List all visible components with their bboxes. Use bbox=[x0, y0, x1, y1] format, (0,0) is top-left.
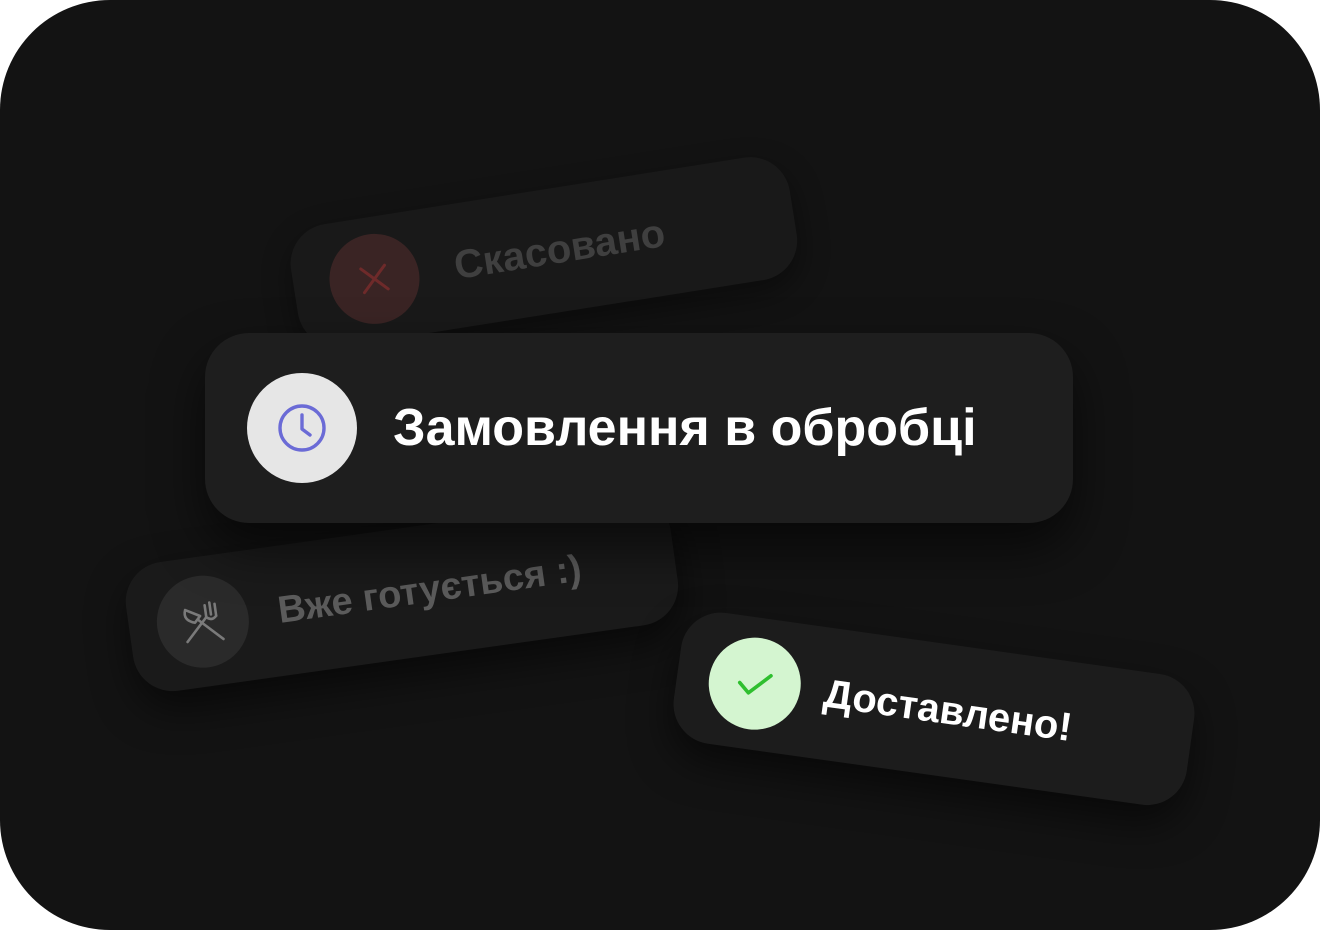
clock-icon bbox=[278, 404, 326, 452]
processing-badge bbox=[247, 373, 357, 483]
status-delivered: Доставлено! bbox=[668, 607, 1200, 811]
fork-knife-icon bbox=[183, 601, 225, 644]
status-cancelled: Скасовано bbox=[284, 151, 803, 353]
cancelled-badge bbox=[323, 227, 426, 331]
status-card: Скасовано Вже готується :) Замовлення в … bbox=[0, 0, 1320, 930]
cancelled-label: Скасовано bbox=[450, 210, 668, 288]
close-icon bbox=[359, 263, 390, 295]
preparing-badge bbox=[150, 569, 255, 674]
processing-label: Замовлення в обробці bbox=[393, 399, 977, 457]
status-processing: Замовлення в обробці bbox=[205, 333, 1073, 523]
preparing-label: Вже готується :) bbox=[275, 547, 585, 632]
delivered-label: Доставлено! bbox=[821, 671, 1075, 750]
check-icon bbox=[737, 674, 773, 695]
delivered-badge bbox=[702, 631, 807, 736]
